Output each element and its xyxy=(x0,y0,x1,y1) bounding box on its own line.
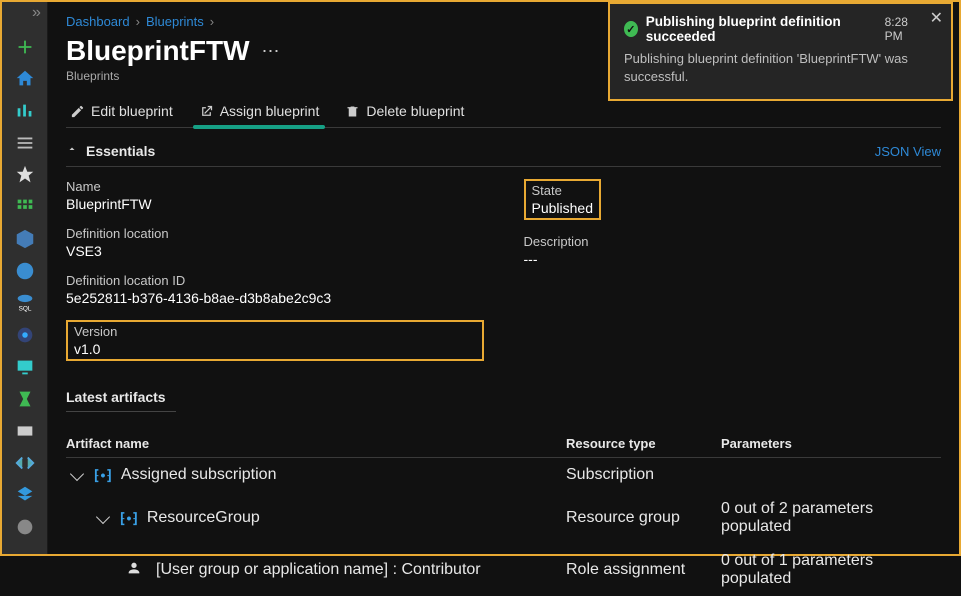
delete-icon xyxy=(345,104,360,119)
state-value: Published xyxy=(532,200,594,216)
sidebar-app-icon[interactable] xyxy=(14,484,36,506)
defloc-value: VSE3 xyxy=(66,243,484,259)
success-check-icon: ✓ xyxy=(624,21,638,37)
breadcrumb-sep: › xyxy=(136,14,140,29)
chevron-down-icon[interactable] xyxy=(96,509,110,523)
resource-type: Role assignment xyxy=(566,561,721,579)
artifacts-table: Artifact name Resource type Parameters ⁅… xyxy=(66,430,941,596)
artifact-name: Assigned subscription xyxy=(121,466,277,484)
sidebar-grid-icon[interactable] xyxy=(14,196,36,218)
sidebar-dashboard-icon[interactable] xyxy=(14,100,36,122)
notification-body: Publishing blueprint definition 'Bluepri… xyxy=(624,50,923,85)
delete-label: Delete blueprint xyxy=(366,103,464,119)
subscription-icon: ⁅•⁆ xyxy=(94,467,113,484)
table-row[interactable]: [User group or application name] : Contr… xyxy=(66,544,941,596)
resource-type: Resource group xyxy=(566,509,721,527)
svg-text:SQL: SQL xyxy=(18,305,31,312)
pencil-icon xyxy=(70,104,85,119)
breadcrumb-sep: › xyxy=(210,14,214,29)
notification-time: 8:28 PM xyxy=(885,15,923,43)
defloc-label: Definition location xyxy=(66,226,484,241)
notification-title: Publishing blueprint definition succeede… xyxy=(646,14,877,44)
sidebar-security-icon[interactable] xyxy=(14,516,36,538)
name-label: Name xyxy=(66,179,484,194)
properties-grid: Name BlueprintFTW Definition location VS… xyxy=(66,179,941,361)
sidebar-home-icon[interactable] xyxy=(14,68,36,90)
table-row[interactable]: ⁅•⁆ ResourceGroup Resource group 0 out of… xyxy=(66,492,941,544)
sidebar-code-icon[interactable] xyxy=(14,452,36,474)
essentials-header[interactable]: Essentials JSON View xyxy=(66,142,941,167)
desc-label: Description xyxy=(524,234,942,249)
resource-type: Subscription xyxy=(566,466,721,484)
desc-value: --- xyxy=(524,251,942,267)
sidebar-menu-icon[interactable] xyxy=(14,132,36,154)
chevron-up-icon xyxy=(66,142,78,160)
sidebar-vm-icon[interactable] xyxy=(14,356,36,378)
delete-blueprint-button[interactable]: Delete blueprint xyxy=(341,101,468,121)
version-label: Version xyxy=(74,324,476,339)
assign-icon xyxy=(199,104,214,119)
deflocid-label: Definition location ID xyxy=(66,273,484,288)
resourcegroup-icon: ⁅•⁆ xyxy=(120,510,139,527)
notification-toast: ✕ ✓ Publishing blueprint definition succ… xyxy=(608,2,953,101)
sidebar-storage-icon[interactable] xyxy=(14,420,36,442)
parameters-cell: 0 out of 2 parameters populated xyxy=(721,500,941,536)
sidebar-cosmos-icon[interactable] xyxy=(14,324,36,346)
state-label: State xyxy=(532,183,594,198)
collapse-chevron-icon[interactable]: » xyxy=(32,4,41,22)
deflocid-value: 5e252811-b376-4136-b8ae-d3b8abe2c9c3 xyxy=(66,290,484,306)
version-highlight: Version v1.0 xyxy=(66,320,484,361)
assign-blueprint-button[interactable]: Assign blueprint xyxy=(195,101,324,121)
edit-label: Edit blueprint xyxy=(91,103,173,119)
edit-blueprint-button[interactable]: Edit blueprint xyxy=(66,101,177,121)
version-value: v1.0 xyxy=(74,341,476,357)
table-header-row: Artifact name Resource type Parameters xyxy=(66,430,941,458)
col-params[interactable]: Parameters xyxy=(721,436,941,451)
main-content: Dashboard › Blueprints › BlueprintFTW ⋯ … xyxy=(48,2,959,554)
artifacts-header: Latest artifacts xyxy=(66,389,176,412)
essentials-label: Essentials xyxy=(86,143,155,159)
user-icon xyxy=(126,560,142,581)
col-restype[interactable]: Resource type xyxy=(566,436,721,451)
json-view-link[interactable]: JSON View xyxy=(875,144,941,159)
name-value: BlueprintFTW xyxy=(66,196,484,212)
page-title: BlueprintFTW xyxy=(66,35,250,67)
more-actions-icon[interactable]: ⋯ xyxy=(258,41,284,62)
sidebar-lb-icon[interactable] xyxy=(14,388,36,410)
toolbar: Edit blueprint Assign blueprint Delete b… xyxy=(66,101,941,128)
chevron-down-icon[interactable] xyxy=(70,466,84,480)
parameters-cell: 0 out of 1 parameters populated xyxy=(721,552,941,588)
breadcrumb-dashboard[interactable]: Dashboard xyxy=(66,14,130,29)
breadcrumb-blueprints[interactable]: Blueprints xyxy=(146,14,204,29)
left-navbar: » SQL xyxy=(2,2,48,554)
table-row[interactable]: ⁅•⁆ Assigned subscription Subscription xyxy=(66,458,941,492)
sidebar-add-icon[interactable] xyxy=(14,36,36,58)
assign-label: Assign blueprint xyxy=(220,103,320,119)
artifact-name: ResourceGroup xyxy=(147,509,260,527)
sidebar-favorite-icon[interactable] xyxy=(14,164,36,186)
col-artifact[interactable]: Artifact name xyxy=(66,436,566,451)
sidebar-sql-icon[interactable]: SQL xyxy=(14,292,36,314)
artifact-name: [User group or application name] : Contr… xyxy=(156,561,481,579)
sidebar-globe-icon[interactable] xyxy=(14,260,36,282)
close-icon[interactable]: ✕ xyxy=(930,8,943,28)
sidebar-cube-icon[interactable] xyxy=(14,228,36,250)
state-highlight: State Published xyxy=(524,179,602,220)
